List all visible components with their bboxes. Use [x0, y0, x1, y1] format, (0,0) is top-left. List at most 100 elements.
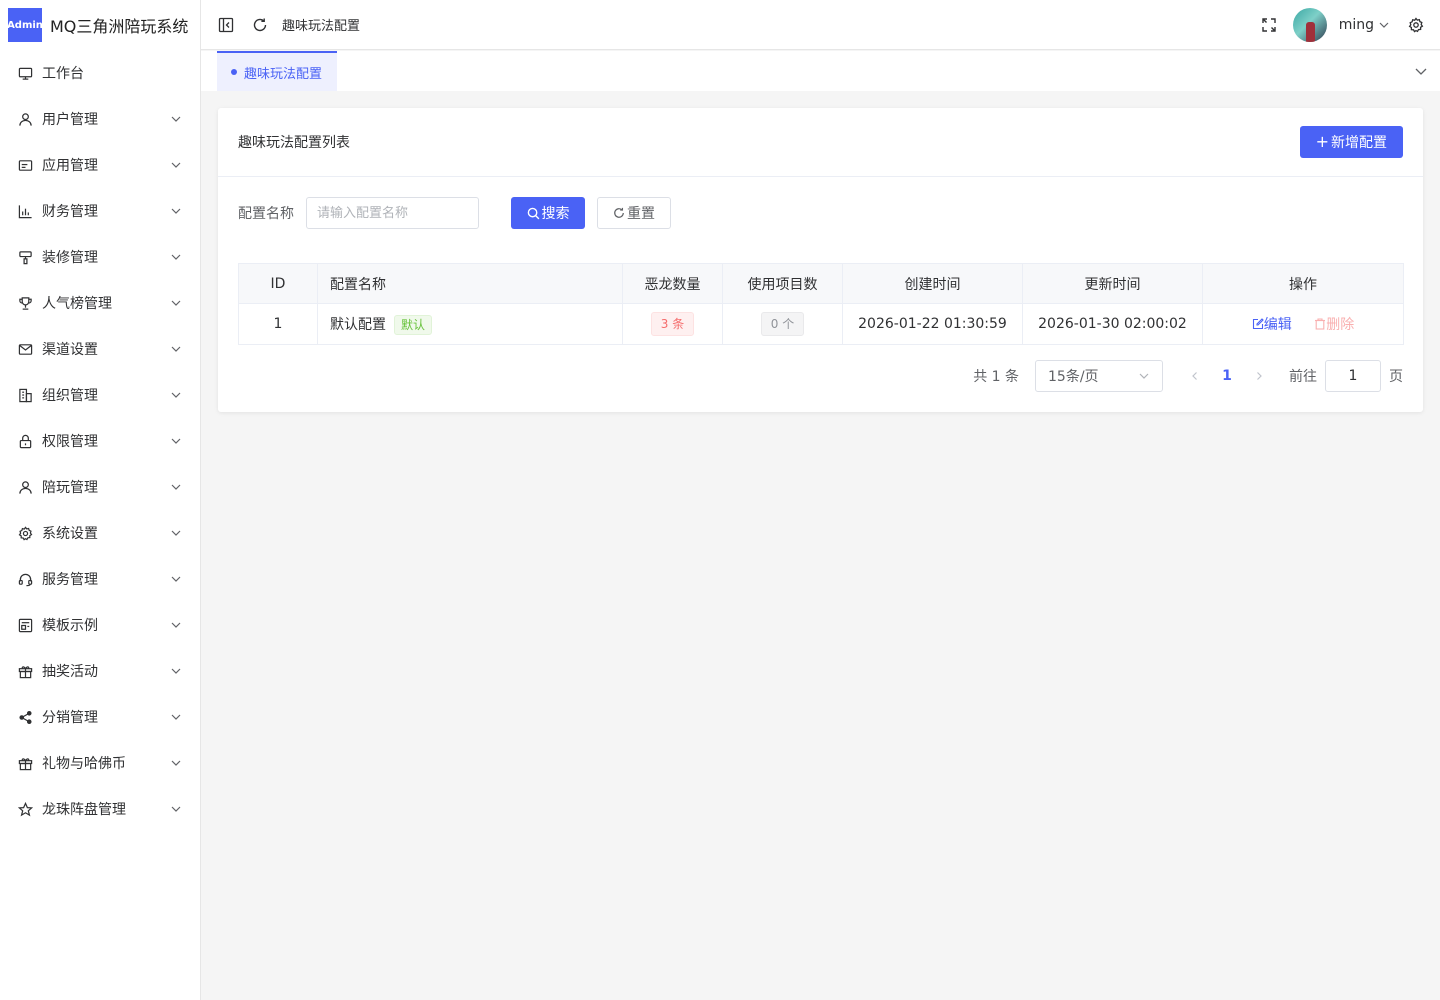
- page-size-select[interactable]: 15条/页: [1035, 360, 1163, 392]
- chevron-down-icon: [170, 619, 182, 631]
- sidebar-item-label: 应用管理: [42, 158, 98, 174]
- plus-icon: +: [1315, 132, 1329, 151]
- brush-icon: [18, 250, 33, 265]
- table-row: 1 默认配置 默认 3 条 0 个 2026-01-22 01:30:59 202…: [238, 303, 1404, 345]
- sidebar-item-2[interactable]: 应用管理: [0, 142, 200, 188]
- tab-fun-config[interactable]: 趣味玩法配置: [217, 51, 338, 91]
- template-icon: [18, 618, 33, 633]
- chevron-down-icon: [170, 481, 182, 493]
- user-name[interactable]: ming: [1339, 17, 1374, 33]
- sidebar-item-8[interactable]: 权限管理: [0, 418, 200, 464]
- fullscreen-icon[interactable]: [1259, 15, 1279, 35]
- sidebar: Admin MQ三角洲陪玩系统 工作台用户管理应用管理财务管理装修管理人气榜管理…: [0, 0, 201, 1000]
- star-icon: [18, 801, 33, 817]
- config-name: 默认配置: [330, 316, 386, 333]
- default-badge: 默认: [394, 314, 433, 335]
- user-avatar[interactable]: [1292, 7, 1327, 42]
- sidebar-item-1[interactable]: 用户管理: [0, 96, 200, 142]
- sidebar-item-label: 工作台: [42, 66, 84, 82]
- pagination: 共 1 条 15条/页 1 前往 页: [973, 360, 1403, 392]
- sidebar-item-label: 服务管理: [42, 572, 98, 588]
- chevron-down-icon: [170, 803, 182, 815]
- chevron-down-icon: [170, 527, 182, 539]
- sidebar-item-label: 陪玩管理: [42, 480, 98, 496]
- cell-updated-at: 2026-01-30 02:00:02: [1022, 303, 1203, 345]
- column-header-created-at: 创建时间: [842, 263, 1023, 304]
- header-right: ming: [1259, 7, 1440, 42]
- settings-gear-icon[interactable]: [1406, 15, 1426, 35]
- pagination-total: 共 1 条: [973, 369, 1019, 385]
- next-page-icon[interactable]: [1249, 371, 1269, 381]
- tabs-dropdown-chevron-icon[interactable]: [1414, 64, 1428, 78]
- collapse-sidebar-icon[interactable]: [216, 15, 236, 35]
- cell-actions: 编辑 删除: [1202, 303, 1404, 345]
- trash-icon: [1315, 318, 1326, 330]
- sidebar-item-16[interactable]: 龙珠阵盘管理: [0, 786, 200, 832]
- chevron-down-icon[interactable]: [1378, 19, 1390, 31]
- page-size-value: 15条/页: [1048, 369, 1099, 385]
- page-suffix: 页: [1389, 369, 1403, 385]
- edit-icon: [1252, 318, 1264, 330]
- share-icon: [18, 710, 33, 725]
- search-icon: [527, 207, 539, 219]
- user-icon: [18, 480, 33, 495]
- chevron-down-icon: [170, 711, 182, 723]
- goto-page-input[interactable]: [1325, 360, 1381, 392]
- breadcrumb: 趣味玩法配置: [282, 19, 361, 34]
- edit-label: 编辑: [1263, 317, 1292, 333]
- building-icon: [18, 388, 33, 403]
- table-header-row: ID 配置名称 恶龙数量 使用项目数 创建时间 更新时间 操作: [238, 263, 1404, 304]
- chevron-down-icon: [170, 343, 182, 355]
- reset-icon: [614, 207, 624, 218]
- config-name-input[interactable]: [306, 197, 479, 229]
- reset-button[interactable]: 重置: [597, 197, 671, 229]
- column-header-project-count: 使用项目数: [722, 263, 843, 304]
- edit-button[interactable]: 编辑: [1252, 314, 1292, 334]
- sidebar-item-label: 人气榜管理: [42, 296, 112, 312]
- sidebar-item-label: 系统设置: [42, 526, 98, 542]
- gear-icon: [18, 525, 33, 541]
- card-title: 趣味玩法配置列表: [238, 135, 350, 151]
- column-header-updated-at: 更新时间: [1022, 263, 1203, 304]
- sidebar-item-9[interactable]: 陪玩管理: [0, 464, 200, 510]
- app-card-icon: [18, 158, 33, 173]
- sidebar-item-label: 模板示例: [42, 618, 98, 634]
- brand: Admin MQ三角洲陪玩系统: [0, 0, 200, 50]
- tabs-bar: 趣味玩法配置: [201, 51, 1440, 91]
- sidebar-item-14[interactable]: 分销管理: [0, 694, 200, 740]
- config-table: ID 配置名称 恶龙数量 使用项目数 创建时间 更新时间 操作 1 默认配置 默认…: [238, 263, 1404, 345]
- prev-page-icon[interactable]: [1185, 371, 1205, 381]
- sidebar-item-5[interactable]: 人气榜管理: [0, 280, 200, 326]
- chart-icon: [18, 204, 33, 219]
- page-number-current[interactable]: 1: [1217, 368, 1237, 384]
- column-header-dragon-count: 恶龙数量: [622, 263, 723, 304]
- sidebar-item-7[interactable]: 组织管理: [0, 372, 200, 418]
- sidebar-item-label: 渠道设置: [42, 342, 98, 358]
- gift-icon: [18, 664, 33, 679]
- mail-icon: [18, 342, 33, 357]
- search-label: 配置名称: [238, 206, 294, 222]
- tab-label: 趣味玩法配置: [244, 66, 323, 82]
- sidebar-item-10[interactable]: 系统设置: [0, 510, 200, 556]
- user-icon: [18, 112, 33, 127]
- sidebar-item-0[interactable]: 工作台: [0, 50, 200, 96]
- chevron-down-icon: [1138, 370, 1150, 382]
- add-config-button[interactable]: + 新增配置: [1299, 126, 1403, 158]
- sidebar-item-3[interactable]: 财务管理: [0, 188, 200, 234]
- sidebar-item-12[interactable]: 模板示例: [0, 602, 200, 648]
- monitor-icon: [18, 66, 33, 81]
- sidebar-item-15[interactable]: 礼物与哈佛币: [0, 740, 200, 786]
- delete-button[interactable]: 删除: [1314, 314, 1354, 334]
- sidebar-item-4[interactable]: 装修管理: [0, 234, 200, 280]
- lock-icon: [18, 434, 33, 449]
- sidebar-item-label: 龙珠阵盘管理: [42, 802, 126, 818]
- search-button[interactable]: 搜索: [511, 197, 585, 229]
- sidebar-item-11[interactable]: 服务管理: [0, 556, 200, 602]
- sidebar-item-6[interactable]: 渠道设置: [0, 326, 200, 372]
- reset-button-label: 重置: [627, 206, 655, 222]
- refresh-icon[interactable]: [250, 15, 270, 35]
- brand-logo: Admin: [7, 8, 43, 42]
- sidebar-item-13[interactable]: 抽奖活动: [0, 648, 200, 694]
- goto-label: 前往: [1289, 369, 1317, 385]
- sidebar-item-label: 财务管理: [42, 204, 98, 220]
